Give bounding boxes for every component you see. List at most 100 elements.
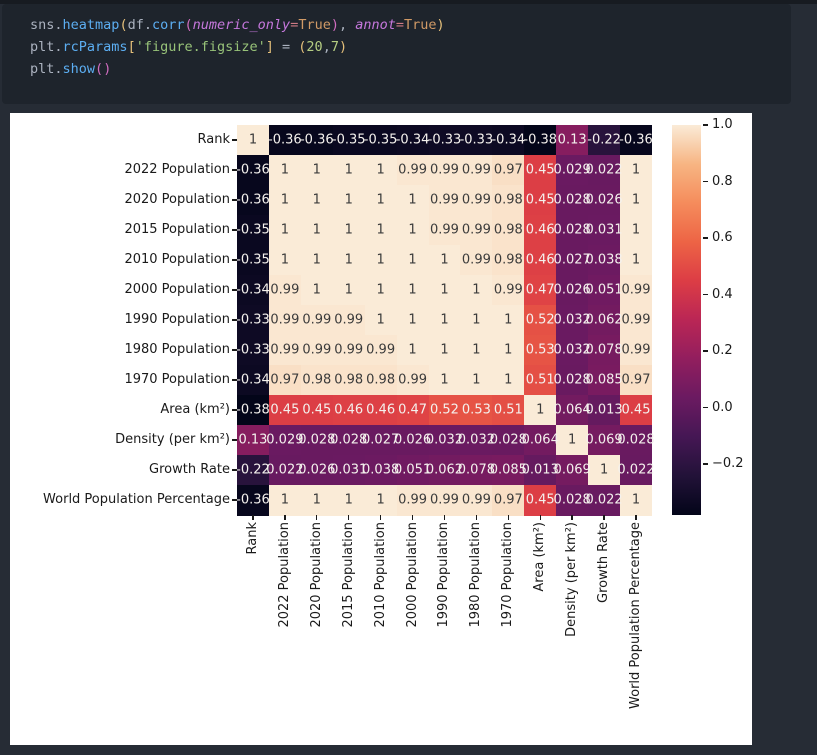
heatmap-cell-value: 0.99 bbox=[461, 222, 491, 238]
heatmap-cell-value: 0.51 bbox=[525, 372, 555, 388]
heatmap-cell-value: -0.35 bbox=[363, 132, 398, 148]
heatmap-cell-value: 1 bbox=[344, 282, 353, 298]
heatmap-cell-value: 0.98 bbox=[302, 372, 332, 388]
x-tick-mark bbox=[316, 515, 318, 520]
heatmap-cell-value: 0.031 bbox=[585, 222, 623, 238]
code-line[interactable]: sns.heatmap(df.corr(numeric_only=True), … bbox=[30, 14, 445, 36]
heatmap-cell-value: 0.47 bbox=[398, 402, 428, 418]
y-tick-mark bbox=[232, 499, 237, 501]
heatmap-cell-value: 0.13 bbox=[238, 432, 268, 448]
y-tick-label: Rank bbox=[197, 132, 230, 147]
heatmap-cell-value: 0.99 bbox=[270, 342, 300, 358]
heatmap-cell-value: 0.99 bbox=[461, 252, 491, 268]
code-token: numeric_only bbox=[192, 17, 291, 33]
heatmap-cell-value: 1 bbox=[280, 492, 290, 508]
heatmap-cell-value: 1 bbox=[408, 342, 417, 358]
y-tick-label: 1980 Population bbox=[124, 342, 230, 357]
colorbar-tick-mark bbox=[703, 406, 708, 409]
code-editor-text[interactable]: sns.heatmap(df.corr(numeric_only=True), … bbox=[30, 14, 445, 80]
heatmap-cell-value: 1 bbox=[568, 432, 577, 448]
colorbar-tick-label: −0.2 bbox=[712, 456, 744, 472]
colorbar-tick-label: 0.0 bbox=[712, 399, 733, 415]
heatmap-cell-value: 0.013 bbox=[585, 402, 623, 418]
heatmap-cell-value: 1 bbox=[376, 312, 385, 328]
y-tick-mark bbox=[232, 469, 237, 471]
heatmap-cell-value: 0.13 bbox=[557, 132, 587, 148]
heatmap-cell-value: 1 bbox=[408, 222, 417, 238]
heatmap-cell-value: -0.36 bbox=[619, 132, 653, 148]
heatmap-cell-value: 1 bbox=[599, 462, 609, 478]
matplotlib-figure-output: 1 -0.36 -0.36 -0.35 -0.35 -0.34 -0.33 -0.33 -0.3… bbox=[10, 113, 752, 745]
heatmap-cell-value: 0.99 bbox=[334, 312, 364, 328]
heatmap-cell-value: 0.46 bbox=[334, 402, 364, 418]
colorbar-tick-mark bbox=[703, 237, 708, 239]
heatmap-cell-value: 1 bbox=[408, 192, 417, 208]
heatmap-cell-value: 0.47 bbox=[525, 282, 555, 298]
heatmap-cell-value: -0.36 bbox=[236, 492, 270, 508]
code-line[interactable]: plt.rcParams['figure.figsize'] = (20,7) bbox=[30, 36, 445, 58]
x-tick-label: 2010 Population bbox=[372, 522, 388, 628]
heatmap-cell-value: 1 bbox=[440, 372, 449, 388]
y-tick-mark bbox=[232, 229, 237, 231]
colorbar-tick-label: 0.4 bbox=[712, 286, 733, 302]
heatmap-cell-value: 0.99 bbox=[398, 162, 428, 178]
y-tick-mark bbox=[232, 289, 237, 291]
heatmap-cell-value: 1 bbox=[504, 342, 513, 358]
y-tick-mark bbox=[232, 169, 237, 171]
code-line[interactable]: plt.show() bbox=[30, 58, 445, 80]
heatmap-cell-value: 1 bbox=[376, 252, 385, 268]
heatmap-cell-value: 0.46 bbox=[366, 402, 396, 418]
code-token: plt bbox=[30, 61, 55, 77]
heatmap-cell-value: 0.98 bbox=[334, 372, 364, 388]
heatmap-cell-value: 0.45 bbox=[525, 192, 555, 208]
heatmap-cell-value: 1 bbox=[472, 312, 481, 328]
heatmap-cell-value: -0.34 bbox=[395, 132, 430, 148]
heatmap-cell-value: 0.46 bbox=[525, 252, 555, 268]
heatmap-cell-value: -0.33 bbox=[236, 342, 270, 358]
code-token: ] bbox=[265, 39, 274, 55]
heatmap-cell-value: 1 bbox=[376, 492, 385, 508]
heatmap-cell-value: 0.026 bbox=[585, 192, 623, 208]
heatmap-cell-value: 1 bbox=[536, 402, 545, 418]
heatmap-cell-value: 0.97 bbox=[493, 162, 523, 178]
colorbar-tick-mark bbox=[703, 124, 708, 126]
heatmap-cell-value: 0.99 bbox=[461, 192, 491, 208]
code-token: 'figure.figsize' bbox=[135, 39, 266, 55]
code-token: ( bbox=[119, 17, 128, 33]
heatmap-cell-value: 0.99 bbox=[429, 492, 459, 508]
heatmap-cell-value: 1 bbox=[408, 312, 417, 328]
code-token: [ bbox=[127, 39, 136, 55]
heatmap-cell-value: -0.33 bbox=[236, 312, 270, 328]
heatmap-cell-value: 0.99 bbox=[461, 492, 491, 508]
colorbar-tick-mark bbox=[703, 463, 708, 465]
x-tick-label: 2020 Population bbox=[308, 522, 324, 628]
heatmap-cell-value: 1 bbox=[344, 252, 353, 268]
x-tick-label: Growth Rate bbox=[596, 522, 612, 603]
heatmap-cell-value: 1 bbox=[631, 222, 641, 238]
heatmap-cell-value: 1 bbox=[408, 282, 417, 298]
colorbar-tick-label: 0.6 bbox=[712, 230, 733, 246]
heatmap-cell-value: 1 bbox=[472, 372, 481, 388]
notebook-code-cell[interactable]: sns.heatmap(df.corr(numeric_only=True), … bbox=[2, 4, 791, 104]
heatmap-cell-value: 0.46 bbox=[525, 222, 555, 238]
code-token: ) bbox=[436, 17, 445, 33]
heatmap-cell-value: 0.45 bbox=[302, 402, 332, 418]
heatmap-cell-value: 0.078 bbox=[585, 342, 623, 358]
x-tick-label: 2022 Population bbox=[276, 522, 292, 628]
heatmap-cell-value: 1 bbox=[440, 312, 449, 328]
x-tick-label: 2015 Population bbox=[340, 522, 356, 628]
heatmap-cell-value: 1 bbox=[280, 222, 290, 238]
heatmap-cell-value: -0.34 bbox=[491, 132, 526, 148]
heatmap-cell-value: 1 bbox=[344, 162, 353, 178]
heatmap-cell-value: 0.99 bbox=[493, 282, 523, 298]
code-token: ( bbox=[95, 61, 104, 77]
x-tick-mark bbox=[443, 515, 446, 520]
y-tick-mark bbox=[232, 259, 237, 261]
heatmap-cell-value: 1 bbox=[472, 342, 481, 358]
heatmap-cell-value: 1 bbox=[440, 252, 449, 268]
heatmap-cell-value: 0.028 bbox=[617, 432, 655, 448]
code-token: corr bbox=[151, 17, 185, 33]
heatmap-cell-value: -0.35 bbox=[331, 132, 366, 148]
heatmap-cell-value: 0.022 bbox=[585, 492, 623, 508]
x-tick-label: World Population Percentage bbox=[628, 522, 643, 709]
